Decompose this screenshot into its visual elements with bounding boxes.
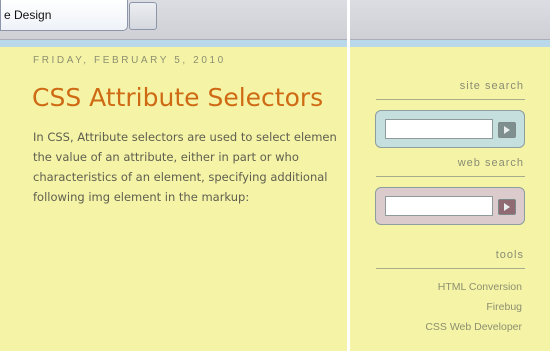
- web-search-go-button[interactable]: [498, 199, 516, 215]
- post-body-line: characteristics of an element, specifyin…: [33, 170, 328, 184]
- tool-link-html-conversion[interactable]: HTML Conversion: [438, 281, 522, 293]
- post-body-line: following img element in the markup:: [33, 190, 250, 204]
- play-arrow-icon: [504, 203, 510, 211]
- site-search-go-button[interactable]: [498, 122, 516, 138]
- tool-link-css-web-developer[interactable]: CSS Web Developer: [425, 321, 522, 333]
- web-search-rule: [376, 176, 525, 177]
- site-search-box: [375, 110, 525, 148]
- web-search-input[interactable]: [385, 196, 493, 216]
- play-arrow-icon: [504, 126, 510, 134]
- browser-tab-bar: e Design: [0, 0, 550, 40]
- web-search-heading: web search: [457, 157, 524, 169]
- post-body: In CSS, Attribute selectors are used to …: [33, 127, 349, 207]
- post-body-line: the value of an attribute, either in par…: [33, 150, 299, 164]
- web-search-box: [375, 187, 525, 225]
- toolbar-strip: [0, 40, 550, 47]
- browser-tab-title: e Design: [4, 8, 52, 22]
- tool-link-firebug[interactable]: Firebug: [486, 301, 522, 313]
- tools-rule: [376, 268, 525, 269]
- post-date: FRIDAY, FEBRUARY 5, 2010: [33, 55, 226, 66]
- post-title[interactable]: CSS Attribute Selectors: [32, 83, 323, 112]
- site-search-heading: site search: [459, 80, 524, 92]
- post-body-line: In CSS, Attribute selectors are used to …: [33, 130, 337, 144]
- tools-heading: tools: [495, 249, 524, 261]
- site-search-input[interactable]: [385, 119, 493, 139]
- split-divider: [347, 0, 350, 351]
- site-search-rule: [376, 99, 525, 100]
- new-tab-button[interactable]: [129, 2, 157, 30]
- browser-tab[interactable]: e Design: [0, 0, 128, 31]
